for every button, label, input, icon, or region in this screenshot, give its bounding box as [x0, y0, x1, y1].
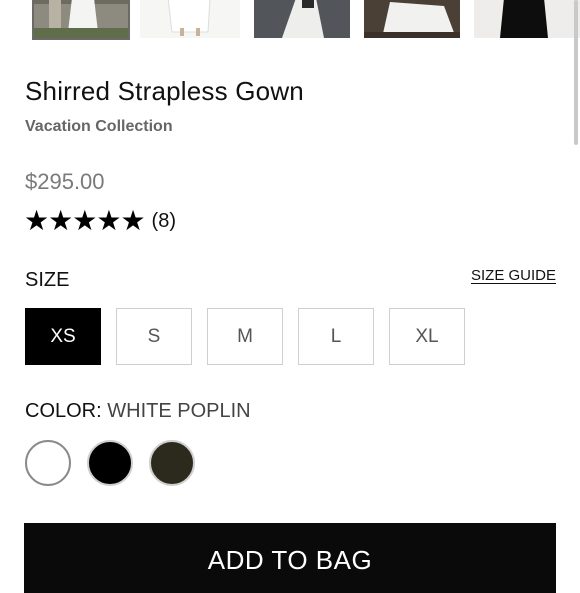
size-option-m[interactable]: M: [207, 308, 283, 365]
product-thumbnail-3[interactable]: [254, 0, 350, 38]
size-option-xs[interactable]: XS: [25, 308, 101, 365]
product-thumbnail-1[interactable]: [32, 0, 130, 40]
color-swatch-black[interactable]: [87, 440, 133, 486]
star-icon: ★: [24, 205, 50, 236]
add-to-bag-button[interactable]: ADD TO BAG: [24, 523, 556, 593]
product-title: Shirred Strapless Gown: [25, 76, 304, 106]
product-thumbnail-5[interactable]: [474, 0, 580, 38]
selected-color-name: WHITE POPLIN: [107, 400, 251, 422]
product-thumbnail-4[interactable]: [364, 0, 460, 38]
size-option-l[interactable]: L: [298, 308, 374, 365]
star-icon: ★: [48, 205, 74, 236]
size-option-s[interactable]: S: [116, 308, 192, 365]
add-to-bag-label: ADD TO BAG: [207, 545, 373, 575]
size-option-xl[interactable]: XL: [389, 308, 465, 365]
rating-stars: ★ ★ ★ ★ ★: [24, 205, 146, 236]
color-swatch-olive[interactable]: [149, 440, 195, 486]
color-swatch-white[interactable]: [25, 440, 71, 486]
star-icon: ★: [120, 205, 146, 236]
product-price: $295.00: [25, 169, 105, 194]
size-guide-link[interactable]: SIZE GUIDE: [471, 267, 556, 284]
product-thumbnail-2[interactable]: [140, 0, 240, 38]
product-thumbnail-strip: [0, 0, 580, 40]
product-collection[interactable]: Vacation Collection: [25, 118, 173, 136]
color-label: COLOR:: [25, 400, 102, 422]
star-icon: ★: [96, 205, 122, 236]
product-rating[interactable]: ★ ★ ★ ★ ★ (8): [24, 205, 176, 237]
color-selection-label: COLOR: WHITE POPLIN: [25, 400, 251, 423]
size-label: SIZE: [25, 269, 70, 291]
star-icon: ★: [72, 205, 98, 236]
rating-count: (8): [151, 209, 176, 232]
scrollbar[interactable]: [574, 0, 578, 145]
